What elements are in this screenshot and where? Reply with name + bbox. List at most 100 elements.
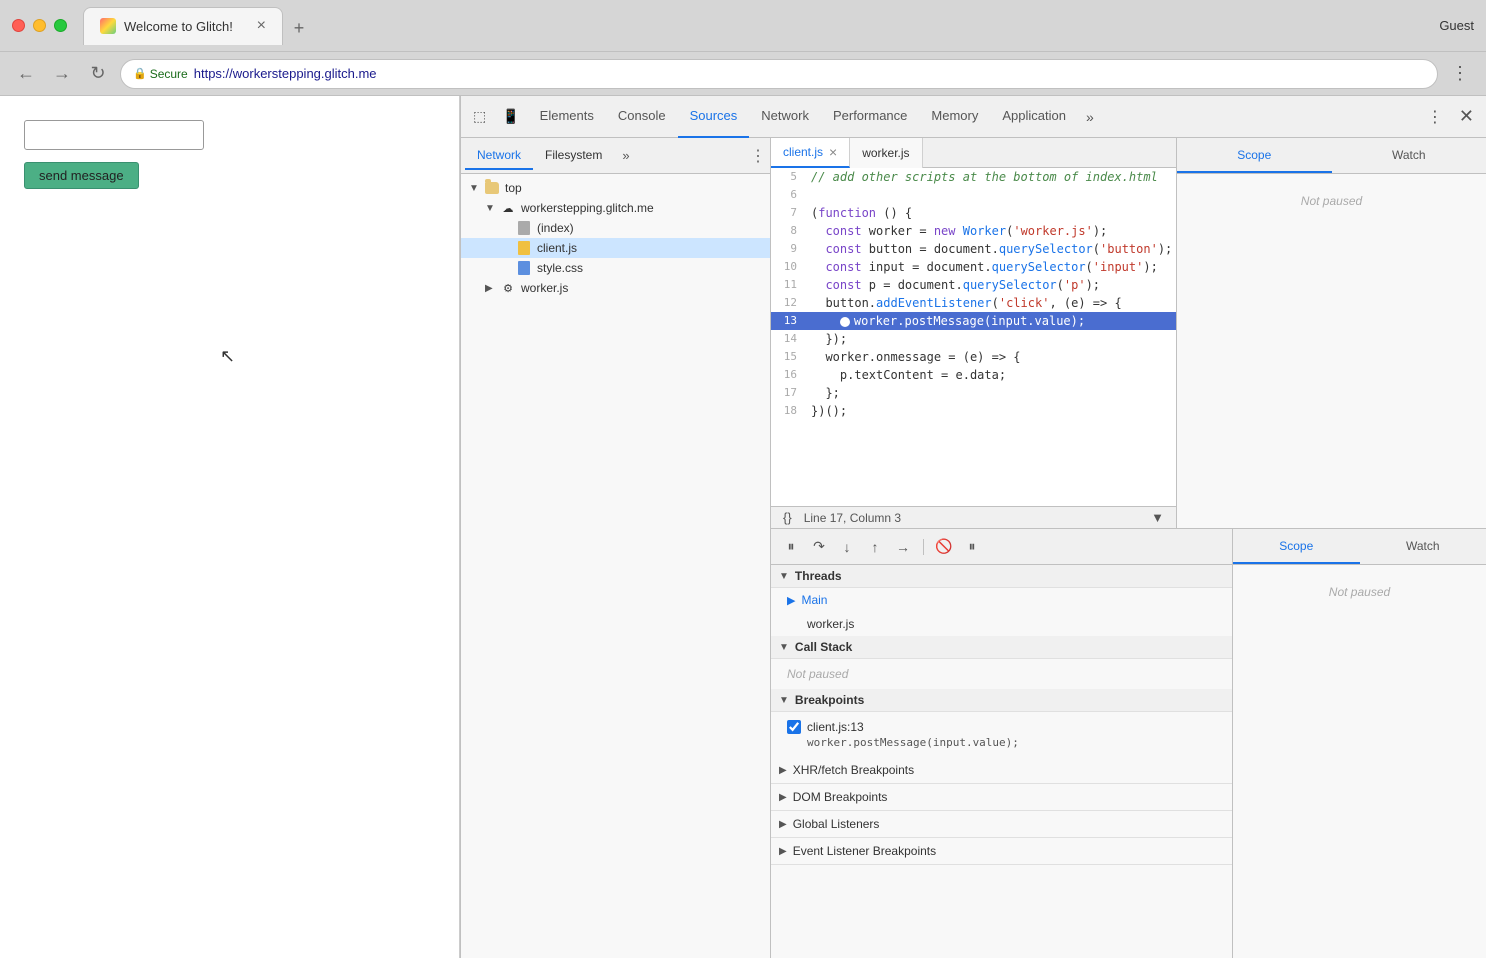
reload-button[interactable]: ↻ [84,60,112,88]
tab-performance[interactable]: Performance [821,96,919,138]
file-tab-more-button[interactable]: » [618,144,633,167]
xhr-arrow: ▶ [779,765,787,776]
tree-item-client[interactable]: client.js [461,238,770,258]
code-line-12: 12 button.addEventListener('click', (e) … [771,294,1176,312]
tree-item-index[interactable]: (index) [461,218,770,238]
threads-section-header[interactable]: ▼ Threads [771,565,1232,588]
tab-elements[interactable]: Elements [528,96,606,138]
threads-content: ▶ Main worker.js [771,588,1232,636]
more-tabs-button[interactable]: » [1078,105,1102,129]
tab-bar: Welcome to Glitch! × + [83,7,1431,45]
code-editor[interactable]: 5 // add other scripts at the bottom of … [771,168,1176,506]
pretty-print-button[interactable]: {} [779,510,796,525]
breakpoint-1-code: worker.postMessage(input.value); [787,734,1216,749]
tab-network[interactable]: Network [749,96,821,138]
file-panel-menu-button[interactable]: ⋮ [750,146,766,166]
right-debugger: Scope Watch Not paused [1233,529,1486,958]
tree-item-domain[interactable]: ▼ ☁ workerstepping.glitch.me [461,198,770,218]
code-line-18: 18 })(); [771,402,1176,420]
code-tab-worker-label: worker.js [862,146,909,160]
thread-main-label: Main [801,593,827,607]
cursor-indicator: ↖ [220,346,235,367]
status-text: Line 17, Column 3 [796,511,1147,525]
tree-item-worker[interactable]: ▶ ⚙ worker.js [461,278,770,298]
file-icon-index [515,221,533,235]
file-tab-network[interactable]: Network [465,142,533,170]
code-line-10: 10 const input = document.querySelector(… [771,258,1176,276]
code-tab-worker[interactable]: worker.js [850,138,922,168]
right-tab-scope[interactable]: Scope [1233,529,1360,564]
title-bar: Welcome to Glitch! × + Guest [0,0,1486,52]
thread-worker[interactable]: worker.js [771,612,1232,636]
tab-sources[interactable]: Sources [678,96,750,138]
address-input[interactable]: 🔒 Secure https://workerstepping.glitch.m… [120,59,1438,89]
right-tab-watch[interactable]: Watch [1360,529,1486,564]
tab-memory[interactable]: Memory [919,96,990,138]
event-listener-breakpoints-header[interactable]: ▶ Event Listener Breakpoints [771,838,1232,864]
tab-application[interactable]: Application [990,96,1078,138]
deactivate-breakpoints-button[interactable]: 🚫 [932,535,956,559]
back-button[interactable]: ← [12,60,40,88]
code-line-17: 17 }; [771,384,1176,402]
code-line-8: 8 const worker = new Worker('worker.js')… [771,222,1176,240]
code-tab-client-label: client.js [783,145,823,159]
pause-button[interactable]: ⏸ [779,535,803,559]
tree-label-worker: worker.js [521,281,568,295]
message-input[interactable] [24,120,204,150]
resume-button[interactable]: → [891,535,915,559]
dom-breakpoints-section: ▶ DOM Breakpoints [771,784,1232,811]
code-line-14: 14 }); [771,330,1176,348]
breakpoint-1-label[interactable]: client.js:13 [787,720,1216,734]
breakpoints-section-header[interactable]: ▼ Breakpoints [771,689,1232,712]
format-button[interactable]: ▼ [1147,510,1168,525]
call-stack-section-header[interactable]: ▼ Call Stack [771,636,1232,659]
step-over-button[interactable]: ↷ [807,535,831,559]
right-not-paused: Not paused [1233,565,1486,619]
tree-item-top[interactable]: ▼ top [461,178,770,198]
forward-button[interactable]: → [48,60,76,88]
page-content: send message ↖ [0,96,460,958]
code-tab-client-close[interactable]: × [829,145,837,159]
thread-main[interactable]: ▶ Main [771,588,1232,612]
code-tab-client[interactable]: client.js × [771,138,850,168]
code-statusbar: {} Line 17, Column 3 ▼ [771,506,1176,528]
send-message-button[interactable]: send message [24,162,139,189]
gear-icon-worker: ⚙ [499,281,517,295]
devtools-close-button[interactable]: ✕ [1451,106,1482,127]
file-tab-filesystem[interactable]: Filesystem [533,142,614,170]
inspector-button[interactable]: ⬚ [465,104,494,129]
code-line-5: 5 // add other scripts at the bottom of … [771,168,1176,186]
new-tab-button[interactable]: + [283,13,315,45]
breakpoints-arrow: ▼ [779,695,789,706]
close-tab-button[interactable]: × [257,18,266,34]
tab-console[interactable]: Console [606,96,678,138]
thread-worker-label: worker.js [807,617,854,631]
tab-scope[interactable]: Scope [1177,138,1332,173]
status-right: ▼ [1147,510,1168,525]
file-icon-client [515,241,533,255]
step-into-button[interactable]: ↓ [835,535,859,559]
close-window-button[interactable] [12,19,25,32]
code-line-6: 6 [771,186,1176,204]
event-listener-breakpoints-section: ▶ Event Listener Breakpoints [771,838,1232,865]
device-toolbar-button[interactable]: 📱 [494,104,527,129]
step-out-button[interactable]: ↑ [863,535,887,559]
global-arrow: ▶ [779,819,787,830]
browser-menu-button[interactable]: ⋮ [1446,60,1474,88]
tree-label-style: style.css [537,261,583,275]
devtools-body: Network Filesystem » ⋮ ▼ top [461,138,1486,958]
xhr-breakpoints-header[interactable]: ▶ XHR/fetch Breakpoints [771,757,1232,783]
global-listeners-header[interactable]: ▶ Global Listeners [771,811,1232,837]
minimize-window-button[interactable] [33,19,46,32]
devtools-menu-button[interactable]: ⋮ [1419,107,1451,127]
breakpoint-1-checkbox[interactable] [787,720,801,734]
tree-item-style[interactable]: style.css [461,258,770,278]
threads-title: Threads [795,569,842,583]
active-tab[interactable]: Welcome to Glitch! × [83,7,283,45]
async-pause-button[interactable]: ⏸ [960,535,984,559]
tab-watch[interactable]: Watch [1332,138,1486,173]
file-panel: Network Filesystem » ⋮ ▼ top [461,138,771,958]
dom-breakpoints-header[interactable]: ▶ DOM Breakpoints [771,784,1232,810]
maximize-window-button[interactable] [54,19,67,32]
file-panel-tabs: Network Filesystem » ⋮ [461,138,770,174]
